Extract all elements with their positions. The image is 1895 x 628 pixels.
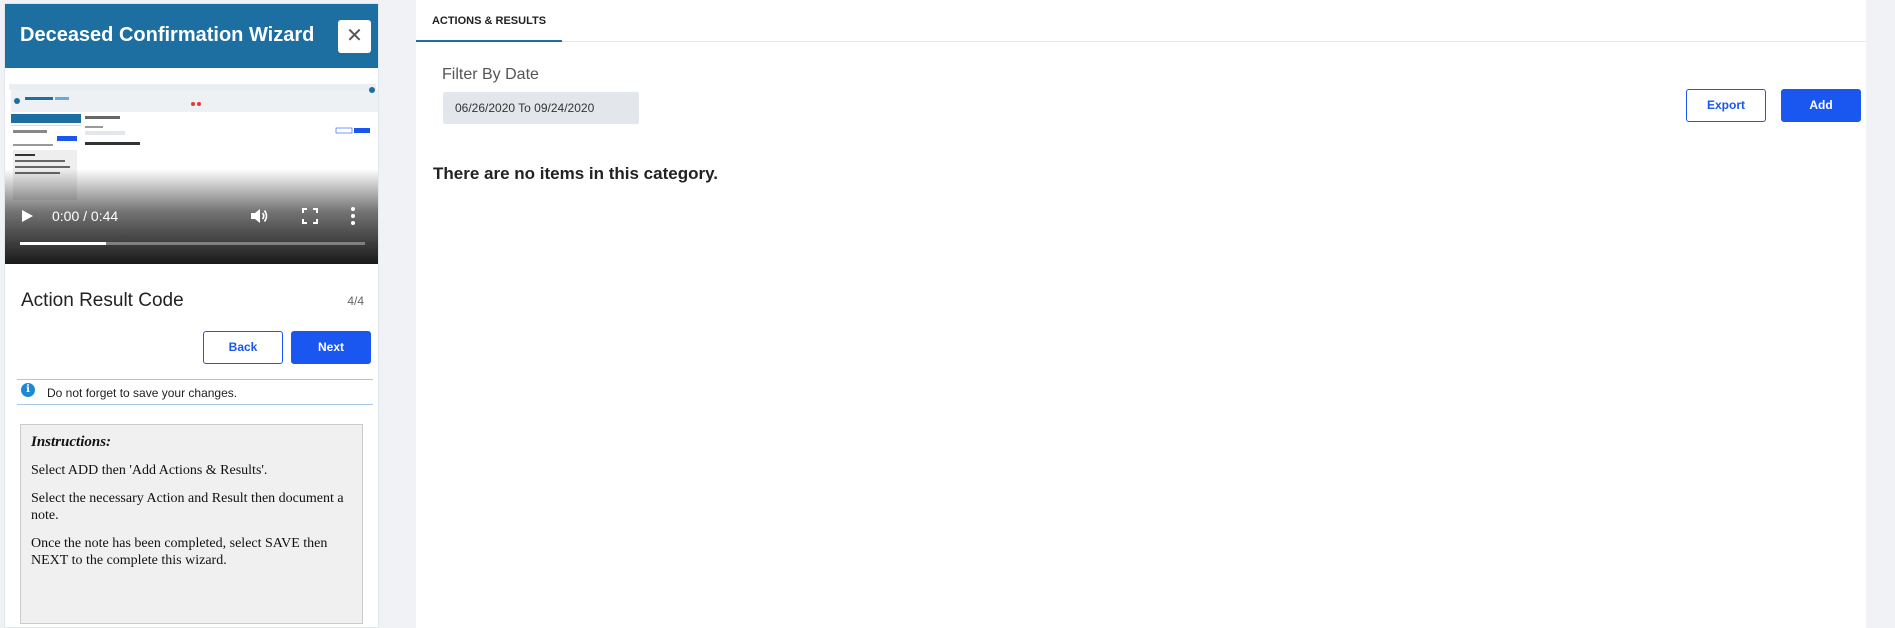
app-root: Deceased Confirmation Wizard ✕ 0:00 / 0:… bbox=[0, 0, 1895, 628]
video-progress-fill bbox=[20, 242, 107, 245]
instruction-line: Select the necessary Action and Result t… bbox=[31, 491, 344, 523]
export-button[interactable]: Export bbox=[1686, 89, 1766, 122]
main-content: ACTIONS & RESULTS Filter By Date 06/26/2… bbox=[416, 0, 1866, 628]
step-counter: 4/4 bbox=[347, 294, 364, 308]
page-scroll-track[interactable] bbox=[1866, 0, 1895, 628]
instruction-line: Select ADD then 'Add Actions & Results'. bbox=[31, 463, 268, 478]
notice-text: Do not forget to save your changes. bbox=[47, 386, 238, 400]
video-time: 0:00 / 0:44 bbox=[52, 208, 119, 224]
save-reminder-notice: i Do not forget to save your changes. bbox=[17, 379, 373, 405]
step-title: Action Result Code bbox=[21, 290, 184, 311]
empty-state-message: There are no items in this category. bbox=[433, 164, 718, 183]
close-icon[interactable]: ✕ bbox=[338, 20, 371, 53]
add-button[interactable]: Add bbox=[1781, 89, 1861, 122]
fullscreen-icon[interactable] bbox=[301, 207, 319, 225]
wizard-header: Deceased Confirmation Wizard ✕ bbox=[5, 4, 378, 68]
more-vertical-icon[interactable] bbox=[350, 206, 356, 226]
instructions-box: Instructions: Select ADD then 'Add Actio… bbox=[20, 424, 363, 624]
tab-bar: ACTIONS & RESULTS bbox=[416, 0, 1866, 42]
play-icon[interactable] bbox=[19, 208, 35, 224]
tab-actions-results[interactable]: ACTIONS & RESULTS bbox=[416, 0, 562, 42]
tutorial-video[interactable]: 0:00 / 0:44 bbox=[5, 68, 378, 264]
next-button[interactable]: Next bbox=[291, 331, 371, 364]
instructions-title: Instructions: bbox=[31, 434, 112, 450]
filter-label: Filter By Date bbox=[442, 66, 539, 83]
back-button[interactable]: Back bbox=[203, 331, 283, 364]
instruction-line: Once the note has been completed, select… bbox=[31, 536, 328, 568]
wizard-panel: Deceased Confirmation Wizard ✕ 0:00 / 0:… bbox=[4, 3, 379, 628]
volume-icon[interactable] bbox=[249, 206, 269, 226]
video-progress-bar[interactable] bbox=[20, 242, 365, 245]
wizard-title: Deceased Confirmation Wizard bbox=[20, 24, 315, 46]
info-icon: i bbox=[21, 383, 35, 397]
date-range-field[interactable]: 06/26/2020 To 09/24/2020 bbox=[443, 92, 639, 124]
